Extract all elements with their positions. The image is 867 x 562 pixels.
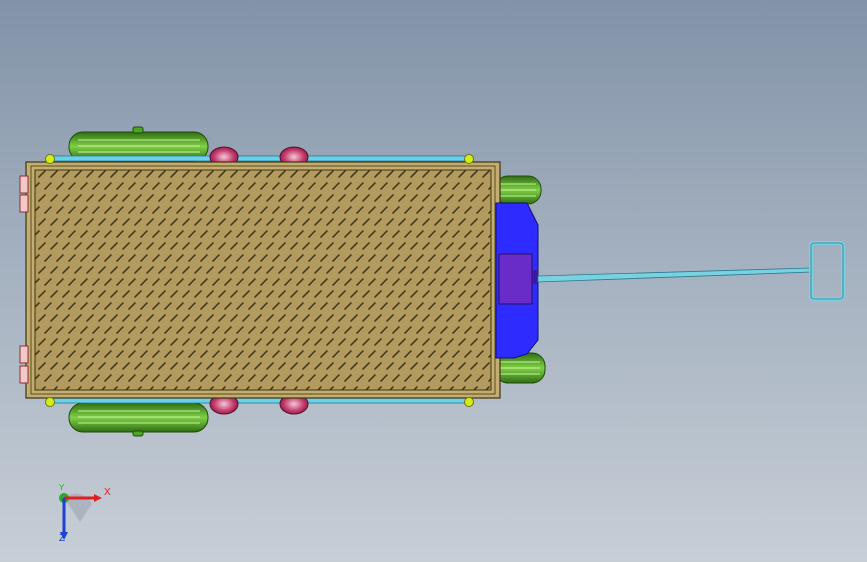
front-steering-block[interactable] [495, 202, 539, 359]
trolley-model[interactable] [0, 0, 867, 562]
coordinate-triad: X Y Z [44, 482, 116, 548]
x-axis-label: X [104, 487, 111, 498]
z-axis-label: Z [59, 533, 66, 544]
y-axis-label: Y [59, 483, 65, 492]
rear-wheel-bottom [68, 402, 209, 437]
cad-viewport[interactable]: X Y Z [0, 0, 867, 562]
deck-platform[interactable] [25, 161, 501, 399]
front-wheel-top [494, 175, 542, 205]
tow-handle[interactable] [537, 241, 845, 301]
